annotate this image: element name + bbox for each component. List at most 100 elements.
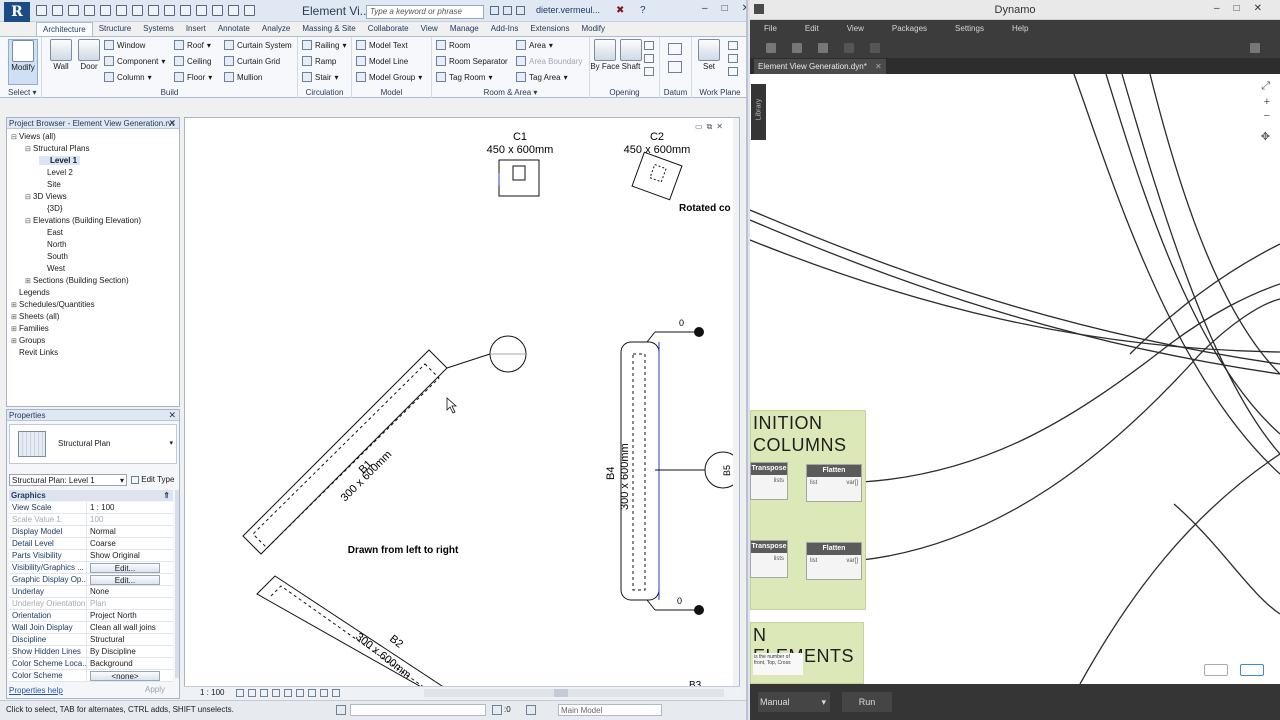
area-button[interactable]: Area ▾ bbox=[516, 40, 553, 50]
beam-b4[interactable] bbox=[620, 331, 705, 611]
text-icon[interactable] bbox=[164, 5, 175, 16]
graphics-section-header[interactable]: Graphics ⇑ bbox=[9, 490, 173, 501]
expand-toggle-icon[interactable]: ⊟ bbox=[25, 145, 33, 153]
browser-item[interactable]: ⊞ Groups bbox=[11, 336, 45, 345]
wire[interactable] bbox=[1149, 74, 1280, 375]
expand-toggle-icon[interactable]: ⊞ bbox=[11, 325, 19, 333]
sun-path-icon[interactable] bbox=[260, 689, 268, 697]
browser-item[interactable]: West bbox=[39, 264, 65, 273]
expand-toggle-icon[interactable]: ⊞ bbox=[11, 313, 19, 321]
open-file-icon[interactable] bbox=[792, 43, 802, 53]
3d-view-icon[interactable] bbox=[180, 5, 191, 16]
browser-item[interactable]: ⊟ Structural Plans bbox=[25, 144, 89, 153]
level-icon[interactable] bbox=[668, 43, 682, 55]
menu-edit[interactable]: Edit bbox=[791, 20, 833, 38]
set-work-plane-button[interactable]: Set bbox=[694, 39, 724, 71]
close-icon[interactable]: ✕ bbox=[168, 118, 176, 129]
port-lists[interactable]: lists bbox=[774, 478, 784, 484]
panel-room-area-title[interactable]: Room & Area ▾ bbox=[432, 88, 589, 97]
port-var[interactable]: var[] bbox=[846, 480, 858, 486]
close-icon[interactable]: ✕ bbox=[875, 62, 882, 71]
undo-icon[interactable] bbox=[84, 5, 95, 16]
port-var[interactable]: var[] bbox=[846, 558, 858, 564]
tab-analyze[interactable]: Analyze bbox=[256, 22, 296, 36]
wire[interactable] bbox=[861, 283, 1280, 483]
component-button[interactable]: Component ▾ bbox=[104, 56, 165, 66]
wire[interactable] bbox=[1129, 243, 1280, 355]
column-c2[interactable] bbox=[631, 151, 683, 201]
filter-icon[interactable] bbox=[492, 705, 502, 715]
zoom-in-icon[interactable]: + bbox=[1264, 96, 1270, 108]
browser-item[interactable]: Site bbox=[39, 180, 61, 189]
browser-item[interactable]: South bbox=[39, 252, 68, 261]
screenshot-camera-icon[interactable] bbox=[1250, 43, 1260, 53]
wire[interactable] bbox=[1173, 503, 1280, 615]
room-separator-button[interactable]: Room Separator bbox=[436, 56, 508, 66]
menu-packages[interactable]: Packages bbox=[878, 20, 941, 38]
revit-app-menu-icon[interactable]: R bbox=[4, 2, 30, 22]
ceiling-button[interactable]: Ceiling bbox=[174, 56, 211, 66]
dimension-icon[interactable] bbox=[148, 5, 159, 16]
tab-add-ins[interactable]: Add-Ins bbox=[485, 22, 525, 36]
measure-icon[interactable] bbox=[132, 5, 143, 16]
node-flatten[interactable]: Flatten list var[] bbox=[806, 542, 862, 580]
property-value[interactable]: Edit... bbox=[87, 562, 173, 573]
browser-item[interactable]: East bbox=[39, 228, 63, 237]
close-button[interactable]: ✕ bbox=[1254, 3, 1262, 14]
menu-view[interactable]: View bbox=[833, 20, 878, 38]
horizontal-scrollbar[interactable] bbox=[424, 689, 724, 697]
elevation-marker-top[interactable] bbox=[694, 327, 704, 337]
property-value[interactable]: None bbox=[87, 586, 173, 597]
properties-scrollbar[interactable] bbox=[175, 490, 179, 678]
menu-settings[interactable]: Settings bbox=[941, 20, 998, 38]
visual-style-icon[interactable] bbox=[248, 689, 256, 697]
close-icon[interactable]: ✕ bbox=[168, 410, 176, 421]
wire[interactable] bbox=[750, 209, 1280, 365]
property-value[interactable]: Project North bbox=[87, 610, 173, 621]
group-elements[interactable]: N ELEMENTS is the number of front, Top, … bbox=[750, 622, 864, 684]
elevation-marker-bottom[interactable] bbox=[694, 605, 704, 615]
browser-item[interactable]: Level 2 bbox=[39, 168, 73, 177]
wire[interactable] bbox=[1105, 74, 1280, 435]
node-transpose[interactable]: Transpose lists bbox=[750, 462, 788, 500]
view-scale[interactable]: 1 : 100 bbox=[200, 688, 224, 697]
stair-button[interactable]: Stair ▾ bbox=[302, 72, 338, 82]
beam-b2[interactable] bbox=[256, 575, 445, 687]
browser-item[interactable]: ⊟ Elevations (Building Elevation) bbox=[25, 216, 141, 225]
redo-icon[interactable] bbox=[100, 5, 111, 16]
model-group-button[interactable]: Model Group ▾ bbox=[356, 72, 422, 82]
design-option-selector[interactable]: Main Model bbox=[558, 704, 662, 716]
property-value[interactable]: <none> bbox=[87, 670, 173, 681]
floor-button[interactable]: Floor ▾ bbox=[174, 72, 212, 82]
minimize-button[interactable]: – bbox=[702, 3, 708, 14]
tab-extensions[interactable]: Extensions bbox=[524, 22, 575, 36]
pan-icon[interactable]: ✥ bbox=[1261, 130, 1270, 143]
maximize-button[interactable]: □ bbox=[722, 3, 728, 14]
port-lists[interactable]: lists bbox=[774, 556, 784, 562]
print-icon[interactable] bbox=[116, 5, 127, 16]
beam-b1[interactable] bbox=[242, 349, 491, 555]
tab-annotate[interactable]: Annotate bbox=[212, 22, 256, 36]
zoom-out-icon[interactable]: − bbox=[1264, 110, 1270, 122]
property-value[interactable]: 100 bbox=[87, 514, 173, 525]
edit-type-button[interactable]: Edit Type bbox=[131, 474, 174, 486]
help-search-input[interactable]: Type a keyword or phrase bbox=[366, 5, 484, 19]
worksets-icon[interactable] bbox=[336, 705, 346, 715]
window-button[interactable]: Window bbox=[104, 40, 145, 50]
exchange-icon[interactable]: ✖ bbox=[616, 5, 624, 16]
close-button[interactable]: ✕ bbox=[742, 3, 746, 14]
save-file-icon[interactable] bbox=[818, 43, 828, 53]
tab-architecture[interactable]: Architecture bbox=[36, 22, 93, 36]
dynamo-canvas[interactable]: INITION COLUMNS N ELEMENTS is the number… bbox=[750, 74, 1280, 684]
graph-view-toggle-icon[interactable] bbox=[1240, 664, 1264, 676]
model-text-button[interactable]: Model Text bbox=[356, 40, 408, 50]
property-value[interactable]: Normal bbox=[87, 526, 173, 537]
property-edit-button[interactable]: <none> bbox=[90, 671, 160, 681]
new-file-icon[interactable] bbox=[766, 43, 776, 53]
property-value[interactable]: Show Original bbox=[87, 550, 173, 561]
run-button[interactable]: Run bbox=[842, 692, 892, 712]
viewer-icon[interactable] bbox=[728, 67, 738, 76]
port-list[interactable]: list bbox=[810, 558, 817, 564]
browser-item[interactable]: ⊟ 3D Views bbox=[25, 192, 67, 201]
property-value[interactable]: Structural bbox=[87, 634, 173, 645]
